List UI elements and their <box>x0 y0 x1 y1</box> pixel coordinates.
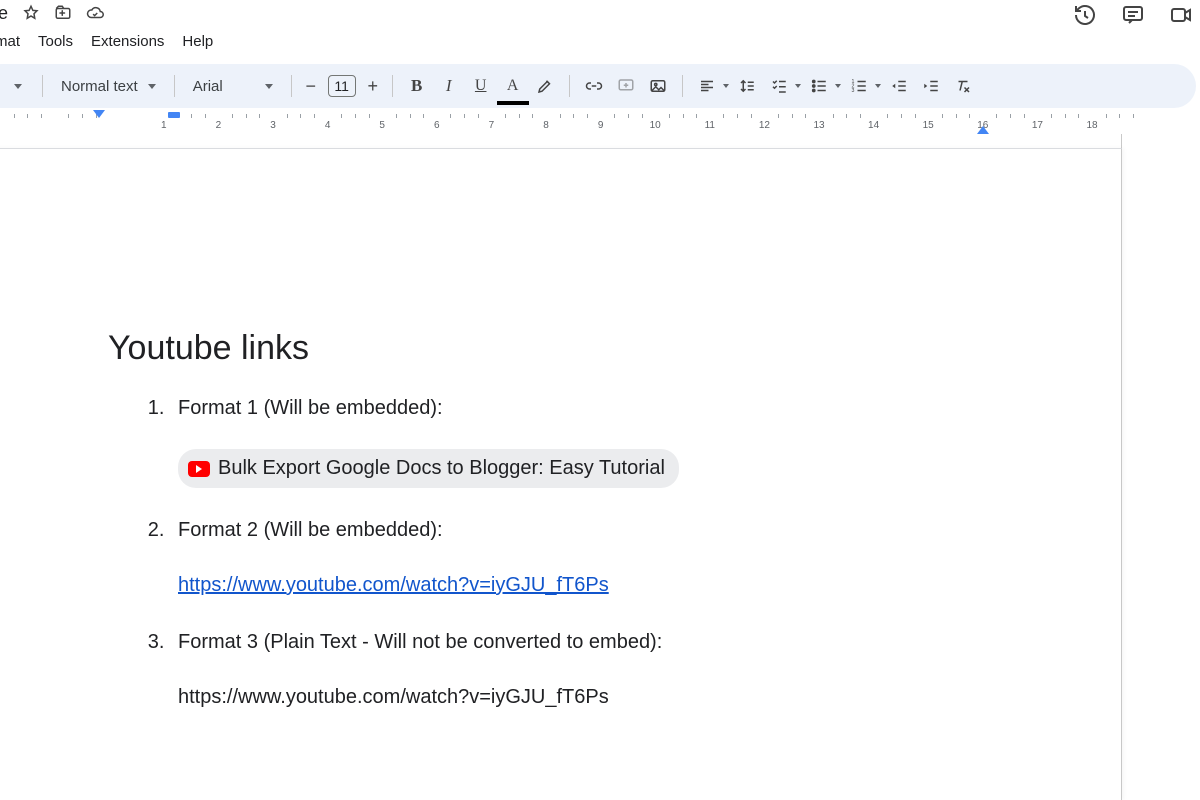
ruler-number: 2 <box>216 120 222 131</box>
insert-image-button[interactable] <box>644 72 672 100</box>
checklist-icon <box>765 72 793 100</box>
bullet-list-dropdown[interactable] <box>805 72 841 100</box>
left-indent-marker[interactable] <box>93 110 105 118</box>
ruler-number: 17 <box>1032 120 1043 131</box>
document-heading[interactable]: Youtube links <box>108 329 1041 368</box>
menu-format[interactable]: rmat <box>0 33 20 50</box>
bullet-list-icon <box>805 72 833 100</box>
ruler-number: 8 <box>543 120 549 131</box>
checklist-dropdown[interactable] <box>765 72 801 100</box>
indent-decrease-button[interactable] <box>885 72 913 100</box>
paragraph-style-label: Normal text <box>61 78 138 95</box>
italic-button[interactable]: I <box>435 72 463 100</box>
ruler-number: 4 <box>325 120 331 131</box>
list-item-label: Format 1 (Will be embedded): <box>178 397 443 419</box>
font-size-decrease[interactable]: − <box>302 76 320 97</box>
youtube-hyperlink[interactable]: https://www.youtube.com/watch?v=iyGJU_fT… <box>178 574 609 596</box>
svg-text:3: 3 <box>851 88 854 94</box>
ruler-number: 18 <box>1086 120 1097 131</box>
star-icon[interactable] <box>22 4 40 22</box>
history-icon[interactable] <box>1072 2 1098 28</box>
list-item[interactable]: Format 2 (Will be embedded): https://www… <box>170 516 1041 600</box>
comments-icon[interactable] <box>1120 2 1146 28</box>
highlight-button[interactable] <box>531 72 559 100</box>
font-size-increase[interactable]: + <box>364 76 382 97</box>
ruler-number: 12 <box>759 120 770 131</box>
ruler-number: 15 <box>923 120 934 131</box>
clear-formatting-button[interactable] <box>949 72 977 100</box>
chevron-down-icon <box>265 84 273 89</box>
add-comment-button[interactable] <box>612 72 640 100</box>
ruler-number: 1 <box>161 120 167 131</box>
ruler-number: 10 <box>650 120 661 131</box>
toolbar: Normal text Arial − 11 + B I U A <box>0 64 1196 108</box>
list-item-label: Format 2 (Will be embedded): <box>178 519 443 541</box>
doc-title-fragment[interactable]: be <box>0 3 8 24</box>
ruler-number: 14 <box>868 120 879 131</box>
meet-icon[interactable] <box>1168 2 1194 28</box>
indent-increase-button[interactable] <box>917 72 945 100</box>
numbered-list-dropdown[interactable]: 123 <box>845 72 881 100</box>
list-item[interactable]: Format 3 (Plain Text - Will not be conve… <box>170 628 1041 712</box>
move-icon[interactable] <box>54 4 72 22</box>
font-family-dropdown[interactable]: Arial <box>185 78 281 95</box>
align-icon <box>693 72 721 100</box>
list-item-label: Format 3 (Plain Text - Will not be conve… <box>178 631 662 653</box>
chevron-down-icon <box>148 84 156 89</box>
align-dropdown[interactable] <box>693 72 729 100</box>
more-left-icon[interactable] <box>4 72 32 100</box>
youtube-plain-text[interactable]: https://www.youtube.com/watch?v=iyGJU_fT… <box>178 686 609 708</box>
menu-tools[interactable]: Tools <box>38 33 73 50</box>
youtube-play-icon <box>188 461 210 477</box>
ruler-number: 5 <box>379 120 385 131</box>
first-line-indent-marker[interactable] <box>168 112 180 118</box>
menu-extensions[interactable]: Extensions <box>91 33 164 50</box>
menu-help[interactable]: Help <box>182 33 213 50</box>
font-family-label: Arial <box>193 78 223 95</box>
youtube-chip-title: Bulk Export Google Docs to Blogger: Easy… <box>218 454 665 483</box>
underline-button[interactable]: U <box>467 72 495 100</box>
font-size-input[interactable]: 11 <box>328 75 356 97</box>
text-color-button[interactable]: A <box>499 72 527 100</box>
ruler-number: 11 <box>705 120 715 131</box>
list-item[interactable]: Format 1 (Will be embedded): Bulk Export… <box>170 394 1041 488</box>
cloud-saved-icon[interactable] <box>86 4 104 22</box>
paragraph-style-dropdown[interactable]: Normal text <box>53 78 164 95</box>
right-indent-marker[interactable] <box>977 126 989 134</box>
insert-link-button[interactable] <box>580 72 608 100</box>
ruler-number: 13 <box>813 120 824 131</box>
document-list[interactable]: Format 1 (Will be embedded): Bulk Export… <box>108 394 1041 712</box>
ruler-number: 3 <box>270 120 276 131</box>
document-page[interactable]: Youtube links Format 1 (Will be embedded… <box>0 148 1122 800</box>
ruler-number: 9 <box>598 120 604 131</box>
line-spacing-button[interactable] <box>733 72 761 100</box>
ruler[interactable]: 123456789101112131415161718 <box>0 112 1200 134</box>
bold-button[interactable]: B <box>403 72 431 100</box>
ruler-number: 6 <box>434 120 440 131</box>
numbered-list-icon: 123 <box>845 72 873 100</box>
ruler-number: 7 <box>489 120 495 131</box>
youtube-smart-chip[interactable]: Bulk Export Google Docs to Blogger: Easy… <box>178 449 679 488</box>
